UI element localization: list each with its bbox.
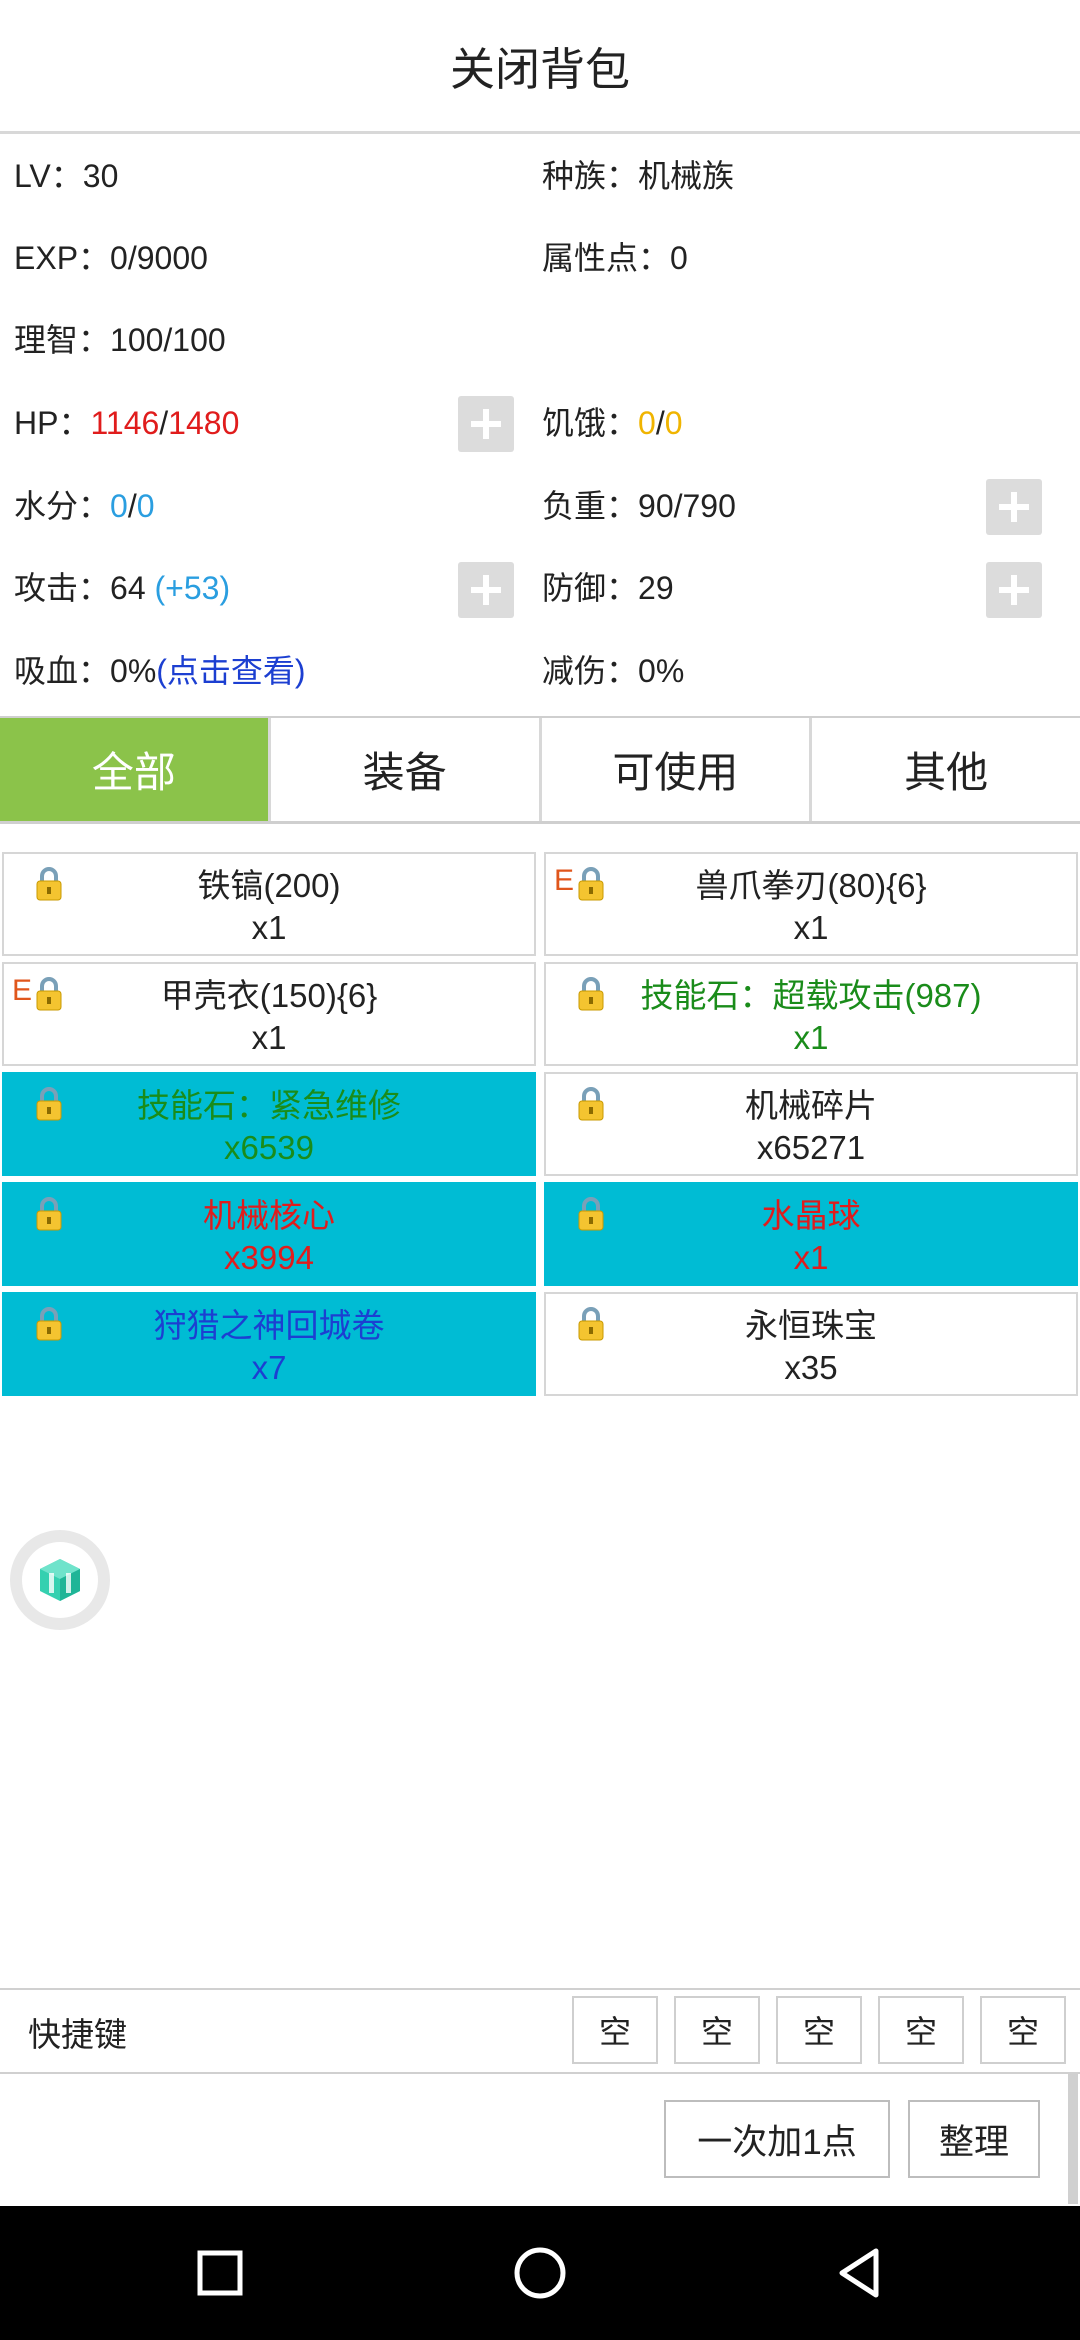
plus-icon: [999, 492, 1029, 522]
inventory-item[interactable]: 技能石：超载攻击(987) x1: [544, 962, 1078, 1066]
close-bag-header[interactable]: 关闭背包: [0, 0, 1080, 134]
hp-stat: HP：1146/1480: [14, 405, 240, 441]
home-circle-icon[interactable]: [510, 2243, 570, 2303]
recent-apps-square-icon[interactable]: [190, 2243, 250, 2303]
plus-icon: [999, 575, 1029, 605]
tab-all[interactable]: 全部: [0, 718, 271, 821]
attribute-points-stat: 属性点：0: [542, 240, 688, 276]
lifesteal-stat: 吸血：0%(点击查看): [14, 653, 306, 689]
attack-plus-button[interactable]: [458, 562, 514, 618]
back-triangle-icon[interactable]: [830, 2243, 890, 2303]
floating-cube-button-inner: [22, 1542, 98, 1618]
lifesteal-details-link[interactable]: (点击查看): [156, 653, 305, 689]
system-nav-bar: [0, 2206, 1080, 2340]
inventory-item[interactable]: 机械碎片 x65271: [544, 1072, 1078, 1176]
inventory-item[interactable]: 狩猎之神回城卷 x7: [2, 1292, 536, 1396]
race-stat: 种族：机械族: [542, 158, 735, 194]
page-title[interactable]: 关闭背包: [450, 33, 630, 98]
defense-stat: 防御：29: [542, 570, 674, 606]
tab-usable[interactable]: 可使用: [541, 718, 813, 821]
water-stat: 水分：0/0: [14, 488, 155, 524]
sanity-stat: 理智：100/100: [14, 322, 226, 358]
inventory-item[interactable]: 永恒珠宝 x35: [544, 1292, 1078, 1396]
inventory-item[interactable]: E 兽爪拳刃(80){6} x1: [544, 852, 1078, 956]
hotkey-slot[interactable]: 空: [776, 1996, 862, 2064]
inventory-item[interactable]: E 甲壳衣(150){6} x1: [2, 962, 536, 1066]
attack-stat: 攻击：64 (+53): [14, 570, 231, 606]
tab-equipment[interactable]: 装备: [270, 718, 542, 821]
scrollbar[interactable]: [1068, 2074, 1078, 2204]
hp-plus-button[interactable]: [458, 396, 514, 452]
tab-other[interactable]: 其他: [812, 718, 1080, 821]
hotkey-slot[interactable]: 空: [878, 1996, 964, 2064]
inventory-item[interactable]: 技能石：紧急维修 x6539: [2, 1072, 536, 1176]
load-stat: 负重：90/790: [542, 488, 736, 524]
defense-plus-button[interactable]: [986, 562, 1042, 618]
load-plus-button[interactable]: [986, 479, 1042, 535]
plus-icon: [471, 575, 501, 605]
hotkey-slot[interactable]: 空: [572, 1996, 658, 2064]
level-stat: LV：30: [14, 158, 119, 194]
category-tabs: 全部 装备 可使用 其他: [0, 716, 1080, 824]
hotkey-bar: 快捷键 空 空 空 空 空: [0, 1988, 1080, 2074]
cube-icon: [40, 1559, 80, 1601]
exp-stat: EXP：0/9000: [14, 240, 208, 276]
inventory-item[interactable]: 水晶球 x1: [544, 1182, 1078, 1286]
plus-icon: [471, 409, 501, 439]
hunger-stat: 饥饿：0/0: [542, 405, 683, 441]
floating-cube-button[interactable]: [10, 1530, 110, 1630]
add-one-point-button[interactable]: 一次加1点: [664, 2100, 890, 2178]
inventory-item[interactable]: 机械核心 x3994: [2, 1182, 536, 1286]
hotkey-slot[interactable]: 空: [674, 1996, 760, 2064]
damage-reduction-stat: 减伤：0%: [542, 653, 685, 689]
inventory-item[interactable]: 铁镐(200) x1: [2, 852, 536, 956]
hotkey-slot[interactable]: 空: [980, 1996, 1066, 2064]
hotkey-label: 快捷键: [28, 2016, 127, 2053]
sort-button[interactable]: 整理: [908, 2100, 1040, 2178]
